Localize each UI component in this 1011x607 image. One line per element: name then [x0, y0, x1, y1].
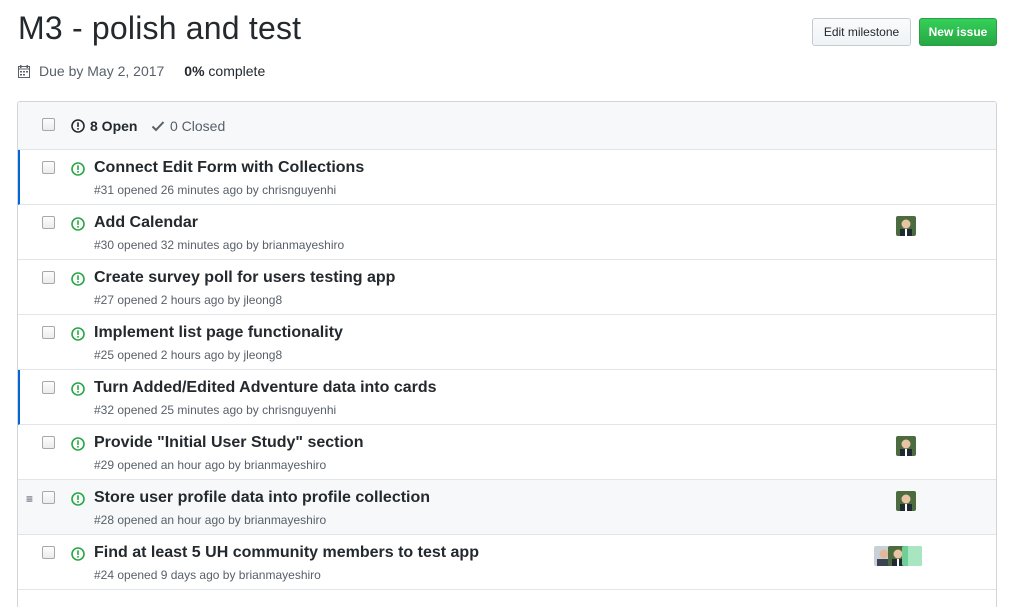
issue-opened-icon — [71, 162, 85, 176]
issue-row[interactable]: ≡ Store user profile data into profile co… — [18, 480, 996, 535]
new-issue-button[interactable]: New issue — [919, 18, 997, 46]
issue-title-link[interactable]: Provide "Initial User Study" section — [94, 434, 363, 452]
select-all-checkbox[interactable] — [42, 118, 55, 131]
progress-text: 0% complete — [184, 63, 265, 79]
milestone-meta: Due by May 2, 2017 0% complete — [18, 63, 265, 79]
issue-title-link[interactable]: Add Calendar — [94, 214, 198, 232]
drag-handle-icon[interactable]: ≡ — [26, 492, 33, 506]
closed-issues-tab[interactable]: 0 Closed — [151, 118, 225, 134]
issue-row[interactable]: Find at least 5 UH community members to … — [18, 535, 996, 590]
issue-opened-icon — [71, 119, 85, 133]
issue-row[interactable]: Provide "Initial User Study" section #29 … — [18, 425, 996, 480]
issue-row[interactable]: Turn Added/Edited Adventure data into ca… — [18, 370, 996, 425]
issues-list: 8 Open 0 Closed Connect Edit Form with C… — [17, 101, 997, 607]
issues-list-header: 8 Open 0 Closed — [18, 102, 996, 150]
issue-row[interactable]: Connect Edit Form with Collections #31 op… — [18, 150, 996, 205]
issue-opened-icon — [71, 217, 85, 231]
open-count: 8 Open — [90, 118, 138, 134]
issue-meta: #31 opened 26 minutes ago by chrisnguyen… — [94, 183, 337, 197]
issue-title-link[interactable]: Store user profile data into profile col… — [94, 489, 430, 507]
issue-checkbox[interactable] — [42, 436, 55, 449]
progress-label: complete — [208, 63, 266, 79]
assignee-avatar[interactable] — [896, 216, 916, 236]
issue-title-link[interactable]: Implement list page functionality — [94, 324, 343, 342]
check-icon — [151, 121, 165, 132]
milestone-title: M3 - polish and test — [18, 10, 302, 46]
calendar-icon — [18, 64, 30, 78]
issue-opened-icon — [71, 382, 85, 396]
issue-meta: #24 opened 9 days ago by brianmayeshiro — [94, 568, 321, 582]
issue-row[interactable]: Create survey poll for users testing app… — [18, 260, 996, 315]
edit-milestone-button[interactable]: Edit milestone — [812, 18, 911, 46]
issue-row[interactable]: Implement list page functionality #25 ope… — [18, 315, 996, 370]
issue-meta: #29 opened an hour ago by brianmayeshiro — [94, 458, 327, 472]
issue-checkbox[interactable] — [42, 326, 55, 339]
issue-checkbox[interactable] — [42, 216, 55, 229]
closed-count: 0 Closed — [170, 118, 226, 134]
assignee-avatar[interactable] — [896, 491, 916, 511]
issue-checkbox[interactable] — [42, 271, 55, 284]
issue-checkbox[interactable] — [42, 381, 55, 394]
issue-opened-icon — [71, 437, 85, 451]
issue-meta: #27 opened 2 hours ago by jleong8 — [94, 293, 283, 307]
progress-percent: 0% — [184, 63, 205, 79]
issue-opened-icon — [71, 492, 85, 506]
assignee-avatar[interactable] — [902, 546, 922, 566]
issue-checkbox[interactable] — [42, 546, 55, 559]
issue-meta: #28 opened an hour ago by brianmayeshiro — [94, 513, 327, 527]
open-issues-tab[interactable]: 8 Open — [71, 118, 137, 134]
assignee-avatar[interactable] — [896, 436, 916, 456]
issue-checkbox[interactable] — [42, 161, 55, 174]
issue-title-link[interactable]: Find at least 5 UH community members to … — [94, 544, 479, 562]
issue-checkbox[interactable] — [42, 491, 55, 504]
issue-meta: #32 opened 25 minutes ago by chrisnguyen… — [94, 403, 337, 417]
issue-opened-icon — [71, 547, 85, 561]
issue-opened-icon — [71, 272, 85, 286]
issue-title-link[interactable]: Create survey poll for users testing app — [94, 269, 395, 287]
issue-row[interactable]: Add Calendar #30 opened 32 minutes ago by… — [18, 205, 996, 260]
issue-title-link[interactable]: Connect Edit Form with Collections — [94, 159, 364, 177]
issue-rows: Connect Edit Form with Collections #31 op… — [18, 150, 996, 590]
issue-title-link[interactable]: Turn Added/Edited Adventure data into ca… — [94, 379, 437, 397]
due-date: Due by May 2, 2017 — [39, 63, 165, 79]
issue-opened-icon — [71, 327, 85, 341]
issue-meta: #25 opened 2 hours ago by jleong8 — [94, 348, 283, 362]
issue-meta: #30 opened 32 minutes ago by brianmayesh… — [94, 238, 345, 252]
